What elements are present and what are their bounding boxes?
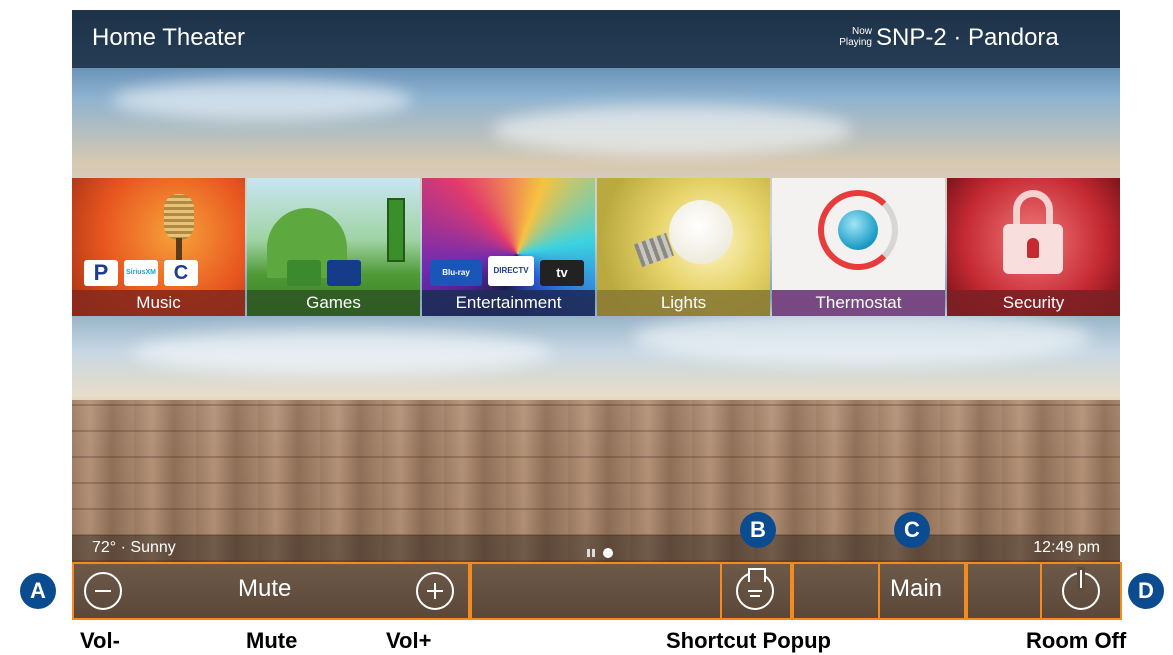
cloud (132, 330, 552, 375)
tile-entertainment[interactable]: Blu-ray DIRECTV tv Entertainment (422, 178, 595, 316)
lightbulb-icon (669, 200, 733, 264)
empty-slot (966, 562, 1042, 620)
caption-vol-down: Vol- (80, 628, 120, 653)
siriusxm-icon: SiriusXM (124, 260, 158, 286)
mute-button[interactable]: Mute (238, 575, 291, 603)
volume-up-button[interactable] (416, 572, 454, 610)
room-off-button[interactable] (1062, 570, 1100, 610)
tile-thermostat[interactable]: Thermostat (772, 178, 945, 316)
microphone-icon (164, 194, 194, 240)
shortcut-popup-button[interactable] (736, 568, 774, 610)
caption-vol-up: Vol+ (386, 628, 432, 653)
callout-marker-a: A (20, 573, 56, 609)
title-bar: Home Theater Now Playing SNP-2 · Pandora (72, 10, 1120, 68)
tile-games[interactable]: Games (247, 178, 420, 316)
main-button[interactable]: Main (890, 575, 942, 603)
tile-label: Entertainment (422, 290, 595, 316)
clock: 12:49 pm (1033, 539, 1100, 556)
room-title: Home Theater (92, 24, 245, 51)
caption-room-off: Room Off (1026, 628, 1127, 653)
callout-marker-b: B (740, 512, 776, 548)
crackle-icon: C (164, 260, 198, 286)
playstation-icon (327, 260, 361, 286)
power-icon (1080, 570, 1082, 588)
xbox-icon (287, 260, 321, 286)
weather-readout: 72° · Sunny (92, 539, 176, 556)
minus-icon (95, 590, 111, 592)
status-bar: 72° · Sunny 12:49 pm (72, 535, 1120, 562)
tile-label: Music (72, 290, 245, 316)
now-playing-source[interactable]: SNP-2 · Pandora (876, 24, 1059, 52)
tile-label: Lights (597, 290, 770, 316)
empty-slot (470, 562, 722, 620)
cloud (632, 310, 1092, 365)
cloud (112, 80, 412, 120)
popup-icon (748, 568, 766, 582)
grid-page-icon[interactable] (587, 548, 595, 557)
empty-slot (792, 562, 880, 620)
touchscreen: Home Theater Now Playing SNP-2 · Pandora … (72, 10, 1120, 562)
pandora-icon: P (84, 260, 118, 286)
caption-shortcut-popup: Shortcut Popup (666, 628, 831, 653)
tile-lights[interactable]: Lights (597, 178, 770, 316)
cloud (492, 105, 852, 155)
pipe-icon (387, 198, 405, 262)
page-dot-active[interactable] (603, 547, 614, 558)
caption-mute: Mute (246, 628, 298, 653)
plus-icon-v (434, 583, 436, 599)
control-bar: Mute Main (72, 562, 1122, 620)
tile-security[interactable]: Security (947, 178, 1120, 316)
directv-icon: DIRECTV (488, 256, 534, 286)
tile-label: Thermostat (772, 290, 945, 316)
bluray-icon: Blu-ray (430, 260, 482, 286)
keyhole-icon (1027, 238, 1039, 258)
apple-tv-icon: tv (540, 260, 584, 286)
bulb-base-icon (633, 232, 675, 268)
callout-marker-c: C (894, 512, 930, 548)
thermostat-knob-icon (838, 210, 878, 250)
popup-line-icon (750, 595, 760, 597)
tile-label: Security (947, 290, 1120, 316)
page-indicator[interactable] (587, 544, 617, 562)
now-playing-label: Now Playing (839, 26, 872, 48)
tile-music[interactable]: P SiriusXM C Music (72, 178, 245, 316)
popup-line-icon (748, 590, 762, 592)
tile-label: Games (247, 290, 420, 316)
service-tiles: P SiriusXM C Music Games Blu-ray DIRECTV… (72, 178, 1120, 316)
volume-down-button[interactable] (84, 572, 122, 610)
callout-marker-d: D (1128, 573, 1164, 609)
